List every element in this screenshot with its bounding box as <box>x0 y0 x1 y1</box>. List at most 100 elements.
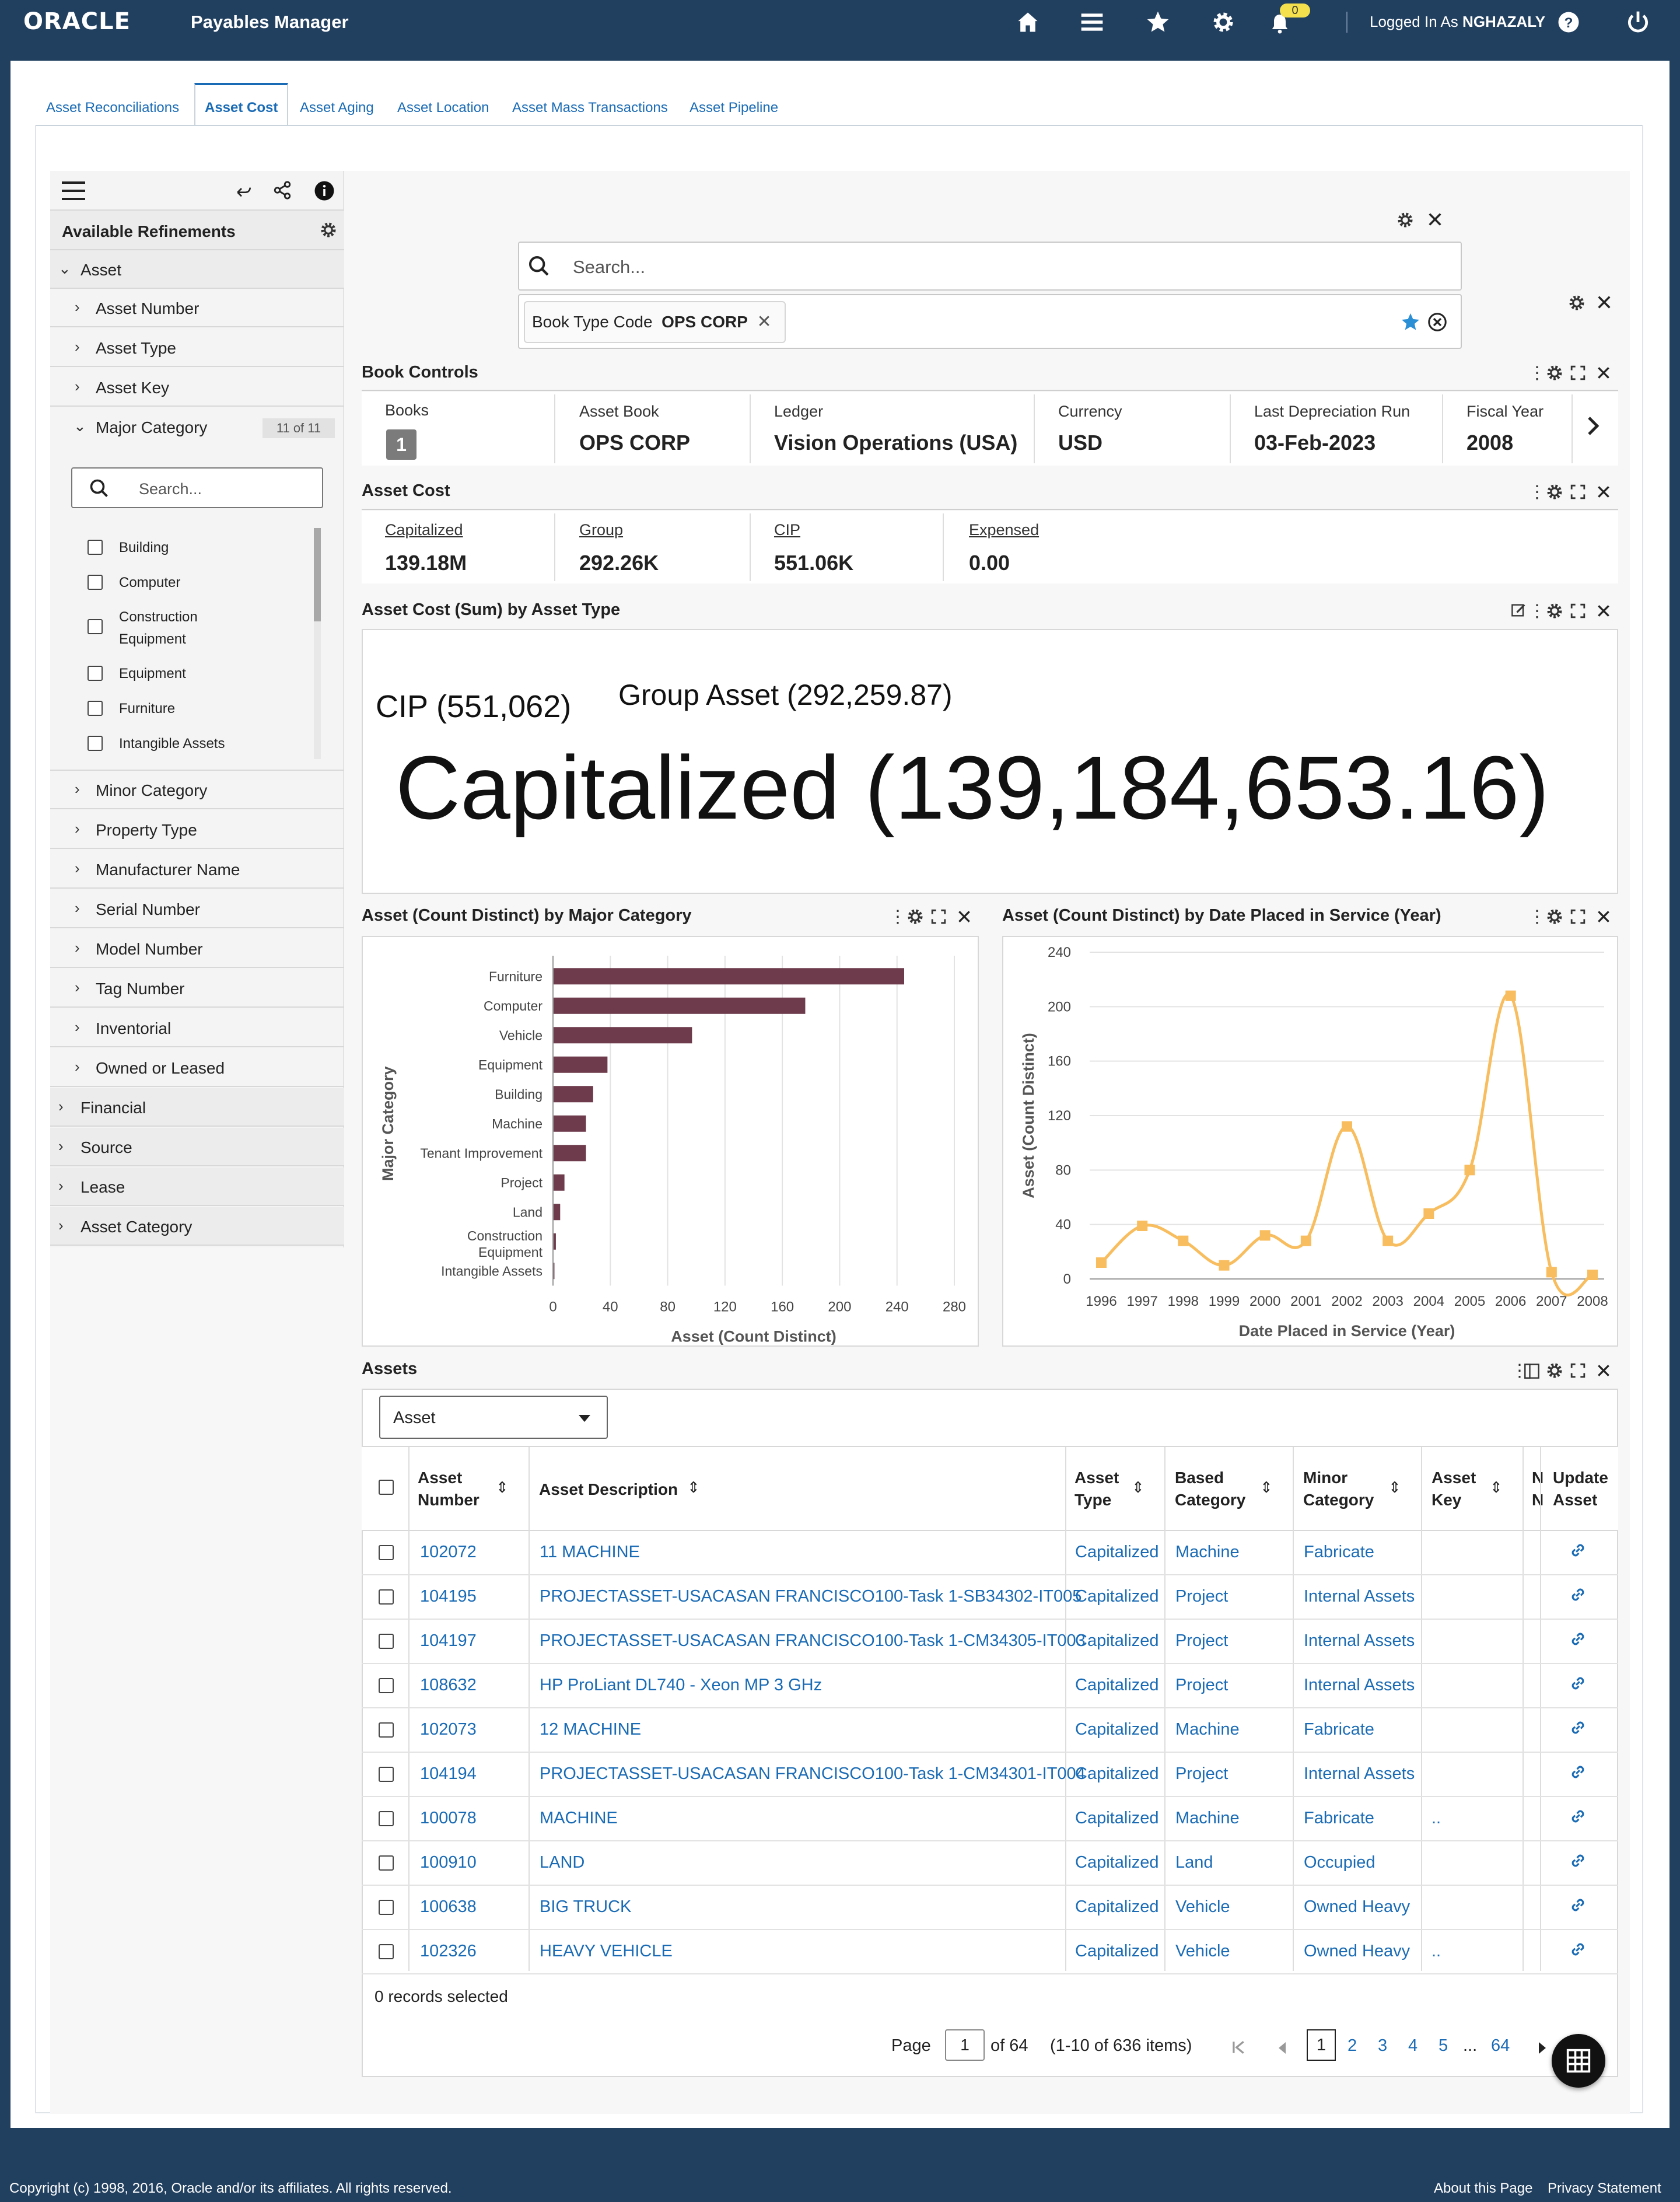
update-asset-link-icon[interactable] <box>1568 1895 1588 1920</box>
cip-label[interactable]: CIP <box>774 521 800 539</box>
close-icon[interactable] <box>1596 484 1611 502</box>
chevron-right-icon[interactable] <box>1587 415 1601 439</box>
asset-type-link[interactable]: Capitalized <box>1075 1720 1158 1739</box>
close-icon[interactable] <box>1596 1363 1611 1381</box>
close-icon[interactable] <box>1596 294 1612 313</box>
gear-icon[interactable] <box>1546 602 1563 623</box>
menu-icon[interactable] <box>1076 6 1108 39</box>
maximize-icon[interactable] <box>1570 484 1586 502</box>
update-asset-link-icon[interactable] <box>1568 1585 1588 1609</box>
based-category-link[interactable]: Land <box>1175 1853 1213 1872</box>
minor-category-link[interactable]: Internal Assets <box>1304 1631 1415 1651</box>
star-icon[interactable] <box>1400 312 1421 335</box>
asset-type-link[interactable]: Capitalized <box>1075 1676 1158 1695</box>
checkbox-building[interactable] <box>88 540 103 555</box>
asset-type-link[interactable]: Capitalized <box>1075 1853 1158 1872</box>
sort-icon[interactable]: ⇕ <box>687 1479 700 1497</box>
asset-type-link[interactable]: Capitalized <box>1075 1587 1158 1606</box>
username[interactable]: NGHAZALY <box>1462 13 1545 30</box>
asset-description-link[interactable]: BIG TRUCK <box>540 1897 631 1917</box>
row-checkbox[interactable] <box>379 1811 394 1826</box>
assets-view-select[interactable]: Asset <box>379 1396 608 1439</box>
sidebar-item-asset-number[interactable]: › Asset Number <box>50 289 344 327</box>
page-link[interactable]: 5 <box>1438 2036 1448 2056</box>
sidebar-item-manufacturer-name[interactable]: › Manufacturer Name <box>50 850 344 889</box>
sort-icon[interactable]: ⇕ <box>496 1479 509 1497</box>
data-point[interactable] <box>1137 1221 1148 1231</box>
update-asset-link-icon[interactable] <box>1568 1851 1588 1875</box>
close-icon[interactable] <box>957 909 972 927</box>
asset-description-link[interactable]: HP ProLiant DL740 - Xeon MP 3 GHz <box>540 1676 822 1695</box>
grid-view-button[interactable] <box>1552 2034 1605 2088</box>
next-page-icon[interactable] <box>1538 2042 1547 2057</box>
update-asset-link-icon[interactable] <box>1568 1673 1588 1698</box>
sidebar-item-minor-category[interactable]: › Minor Category <box>50 771 344 809</box>
column-header-asset-description[interactable]: Asset Description <box>539 1479 678 1501</box>
capitalized-label[interactable]: Capitalized <box>385 521 463 539</box>
expensed-label[interactable]: Expensed <box>969 521 1039 539</box>
asset-number-link[interactable]: 102326 <box>420 1942 477 1961</box>
row-checkbox[interactable] <box>379 1855 394 1871</box>
sidebar-item-property-type[interactable]: › Property Type <box>50 810 344 849</box>
data-point[interactable] <box>1382 1235 1394 1246</box>
search-bar[interactable]: Search... <box>518 242 1462 291</box>
privacy-link[interactable]: Privacy Statement <box>1548 2180 1661 2197</box>
gear-icon[interactable] <box>1568 294 1586 314</box>
column-header-based-category[interactable]: Based Category <box>1175 1467 1251 1511</box>
data-point[interactable] <box>1259 1230 1270 1241</box>
asset-description-link[interactable]: PROJECTASSET-USACASAN FRANCISCO100-Task … <box>540 1764 1086 1784</box>
minor-category-link[interactable]: Internal Assets <box>1304 1587 1415 1606</box>
page-link[interactable]: 3 <box>1378 2036 1387 2056</box>
gear-icon[interactable] <box>1546 483 1563 504</box>
row-checkbox[interactable] <box>379 1900 394 1915</box>
row-checkbox[interactable] <box>379 1678 394 1693</box>
based-category-link[interactable]: Machine <box>1175 1543 1240 1562</box>
minor-category-link[interactable]: Fabricate <box>1304 1720 1374 1739</box>
tag-capitalized[interactable]: Capitalized (139,184,653.16) <box>396 736 1549 840</box>
bar[interactable] <box>553 968 904 985</box>
sort-icon[interactable]: ⇕ <box>1260 1479 1273 1497</box>
asset-type-link[interactable]: Capitalized <box>1075 1809 1158 1828</box>
tab-asset-pipeline[interactable]: Asset Pipeline <box>690 83 778 125</box>
sidebar-item-tag-number[interactable]: › Tag Number <box>50 969 344 1008</box>
minor-category-link[interactable]: Owned Heavy <box>1304 1897 1410 1917</box>
asset-type-link[interactable]: Capitalized <box>1075 1764 1158 1784</box>
based-category-link[interactable]: Machine <box>1175 1720 1240 1739</box>
select-all-checkbox[interactable] <box>379 1480 394 1495</box>
update-asset-link-icon[interactable] <box>1568 1718 1588 1742</box>
edit-icon[interactable] <box>1511 602 1527 621</box>
clear-filters-icon[interactable] <box>1427 312 1448 335</box>
row-checkbox[interactable] <box>379 1589 394 1605</box>
row-checkbox[interactable] <box>379 1634 394 1649</box>
favorites-icon[interactable] <box>1142 6 1174 39</box>
remove-filter-icon[interactable]: ✕ <box>757 312 771 331</box>
bar[interactable] <box>553 1086 593 1103</box>
gear-icon[interactable] <box>320 221 337 242</box>
books-count-badge[interactable]: 1 <box>386 429 416 460</box>
sort-icon[interactable]: ⇕ <box>1132 1479 1144 1497</box>
sort-icon[interactable]: ⇕ <box>1388 1479 1401 1497</box>
settings-icon[interactable] <box>1207 6 1240 39</box>
checkbox-equipment[interactable] <box>88 666 103 681</box>
data-point[interactable] <box>1505 990 1516 1001</box>
column-header-minor-category[interactable]: Minor Category <box>1303 1467 1379 1511</box>
column-header-asset-key[interactable]: Asset Key <box>1432 1467 1478 1511</box>
close-icon[interactable] <box>1596 365 1611 383</box>
page-input[interactable]: 1 <box>945 2029 985 2061</box>
asset-number-link[interactable]: 102072 <box>420 1543 477 1562</box>
based-category-link[interactable]: Project <box>1175 1631 1228 1651</box>
update-asset-link-icon[interactable] <box>1568 1939 1588 1964</box>
asset-number-link[interactable]: 104195 <box>420 1587 477 1606</box>
filter-chip-book-type-code[interactable]: Book Type Code OPS CORP ✕ <box>524 301 786 343</box>
asset-description-link[interactable]: LAND <box>540 1853 584 1872</box>
tag-group-asset[interactable]: Group Asset (292,259.87) <box>618 678 953 712</box>
maximize-icon[interactable] <box>1570 909 1586 927</box>
home-icon[interactable] <box>1012 6 1044 39</box>
based-category-link[interactable]: Project <box>1175 1676 1228 1695</box>
based-category-link[interactable]: Vehicle <box>1175 1897 1230 1917</box>
gear-icon[interactable] <box>1396 211 1414 232</box>
tab-asset-cost[interactable]: Asset Cost <box>194 83 289 125</box>
maximize-icon[interactable] <box>1570 603 1586 621</box>
column-header-truncated[interactable]: N N <box>1532 1467 1544 1511</box>
update-asset-link-icon[interactable] <box>1568 1629 1588 1654</box>
